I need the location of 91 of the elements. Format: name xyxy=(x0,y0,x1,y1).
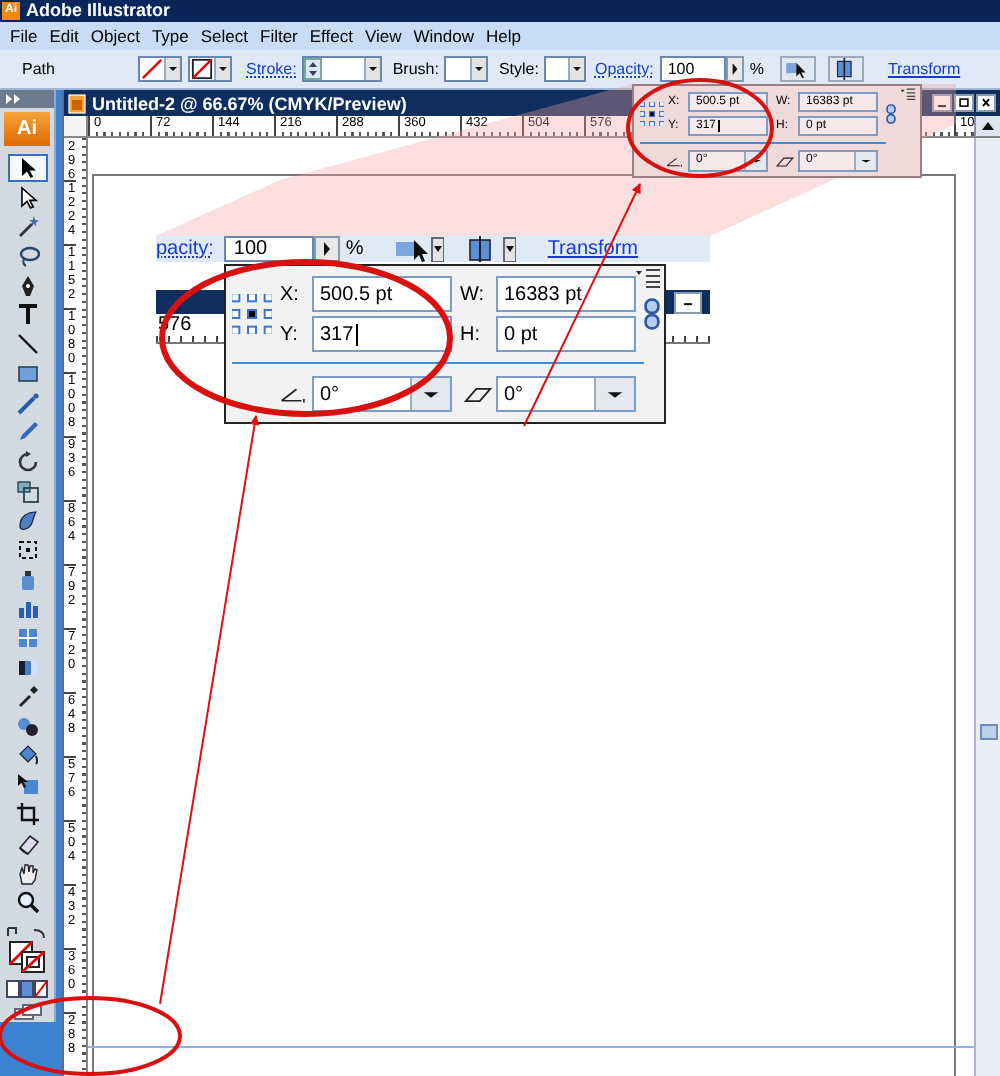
collapse-icon[interactable] xyxy=(6,94,22,104)
minimize-button[interactable] xyxy=(932,94,952,112)
align-icon[interactable] xyxy=(827,56,864,82)
percent-sign: % xyxy=(749,60,764,78)
opacity-link[interactable]: pacity: xyxy=(156,238,214,260)
none-swatch-icon xyxy=(190,58,214,80)
warp-icon xyxy=(15,508,39,533)
scroll-thumb[interactable] xyxy=(980,724,998,740)
fill-swatch[interactable] xyxy=(138,56,182,82)
close-button[interactable] xyxy=(976,94,996,112)
color-mode-icon[interactable] xyxy=(5,979,49,998)
rectangle-icon xyxy=(15,361,39,386)
arrow-square-icon xyxy=(15,772,39,797)
menu-item[interactable]: Help xyxy=(479,22,527,50)
scroll-up-button[interactable] xyxy=(974,116,1000,136)
gradient-icon xyxy=(15,655,39,680)
pencil-icon xyxy=(15,420,39,445)
fill-stroke-icon[interactable] xyxy=(5,925,49,974)
maximize-button[interactable] xyxy=(954,94,974,112)
style-label: Style: xyxy=(498,60,539,78)
stroke-weight-field[interactable] xyxy=(302,56,383,82)
line-icon xyxy=(15,332,39,357)
isolate-icon[interactable] xyxy=(779,56,816,82)
field-label: X: xyxy=(280,283,301,305)
shear-icon xyxy=(776,155,794,167)
brush-label: Brush: xyxy=(392,60,439,78)
rotate-icon xyxy=(666,155,684,167)
type-icon xyxy=(15,302,39,327)
y-field[interactable]: 317 xyxy=(312,316,452,352)
selection-type: Path xyxy=(22,60,57,78)
screen-mode-icon[interactable] xyxy=(13,1003,41,1020)
reference-point-icon[interactable] xyxy=(232,294,272,334)
dashed-square-icon xyxy=(15,537,39,562)
document-icon xyxy=(68,93,86,113)
hollow-arrow-icon xyxy=(15,185,39,210)
tool-button[interactable] xyxy=(7,154,47,182)
bar-chart-icon xyxy=(15,596,39,621)
field-label: W: xyxy=(460,283,487,305)
menu-item[interactable]: Filter xyxy=(254,22,304,50)
panel-menu-icon[interactable] xyxy=(636,268,660,288)
link-icon[interactable] xyxy=(886,104,896,124)
document-title: Untitled-2 @ 66.67% (CMYK/Preview) xyxy=(92,93,407,113)
x-field[interactable]: 500.5 pt xyxy=(312,276,452,312)
menu-item[interactable]: Effect xyxy=(303,22,359,50)
shear-icon xyxy=(464,385,492,403)
opacity-link[interactable]: Opacity: xyxy=(594,60,654,78)
brush-dropdown[interactable] xyxy=(444,56,489,82)
hand-icon xyxy=(15,861,39,885)
shear-dropdown[interactable]: 0° xyxy=(496,375,636,413)
spinner-icon[interactable] xyxy=(304,58,323,80)
crop-icon xyxy=(15,802,39,827)
stroke-link[interactable]: Stroke: xyxy=(246,60,297,78)
field-label: Y: xyxy=(280,323,300,345)
menu-item[interactable]: Edit xyxy=(43,22,85,50)
window-title: Adobe Illustrator xyxy=(26,0,171,22)
none-swatch-icon xyxy=(140,58,164,80)
reference-point-icon[interactable] xyxy=(640,102,664,126)
paint-bucket-icon xyxy=(15,743,39,768)
menu-item[interactable]: View xyxy=(358,22,408,50)
menu-item[interactable]: Type xyxy=(145,22,195,50)
field-label: H: xyxy=(460,323,482,345)
transform-link[interactable]: Transform xyxy=(887,60,961,78)
panel-menu-icon[interactable] xyxy=(900,88,916,100)
brush-icon xyxy=(15,391,39,415)
wand-icon xyxy=(15,214,39,239)
menu-item[interactable]: Object xyxy=(84,22,146,50)
align-icon[interactable] xyxy=(463,236,516,262)
lasso-icon xyxy=(15,244,39,269)
opacity-field[interactable]: 100 xyxy=(659,56,726,82)
minimize-button[interactable] xyxy=(674,292,702,314)
app-logo: Ai xyxy=(4,112,50,146)
eyedropper-icon xyxy=(15,684,39,709)
rotate-icon xyxy=(15,449,39,474)
opacity-field[interactable]: 100 xyxy=(223,236,314,262)
eraser-icon xyxy=(15,831,39,856)
link-icon[interactable] xyxy=(644,298,660,330)
percent-sign: % xyxy=(345,238,364,260)
menu-item[interactable]: File xyxy=(4,22,44,50)
mesh-icon xyxy=(15,626,39,650)
scale-icon xyxy=(15,479,39,504)
menu-item[interactable]: Select xyxy=(194,22,254,50)
zoom-icon xyxy=(15,890,39,915)
menu-item[interactable]: Window xyxy=(407,22,480,50)
blend-icon xyxy=(15,714,39,739)
style-dropdown[interactable] xyxy=(544,56,587,82)
rotate-icon xyxy=(280,385,308,403)
vertical-scrollbar[interactable] xyxy=(974,138,1000,1076)
width-field[interactable]: 16383 pt xyxy=(496,276,636,312)
isolate-icon[interactable] xyxy=(391,236,444,262)
stroke-swatch[interactable] xyxy=(188,56,232,82)
height-field[interactable]: 0 pt xyxy=(496,316,636,352)
